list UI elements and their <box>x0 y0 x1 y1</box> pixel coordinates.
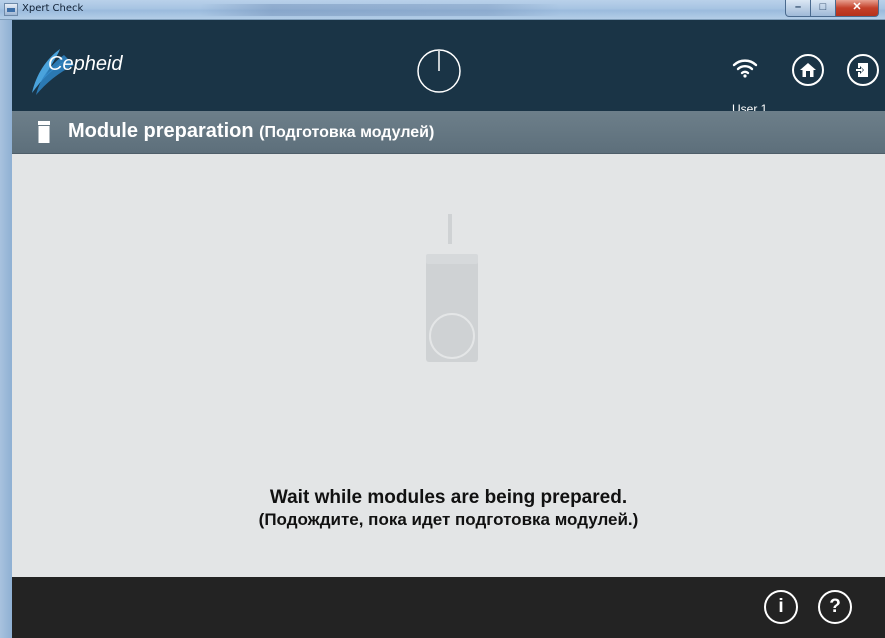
status-message-english: Wait while modules are being prepared. <box>269 487 628 508</box>
minimize-button[interactable]: – <box>785 0 811 17</box>
page-title-translation: (Подготовка модулей) <box>259 124 435 141</box>
help-icon: ? <box>829 596 841 617</box>
home-button[interactable] <box>792 54 824 86</box>
logout-button[interactable] <box>847 54 879 86</box>
app-header: Cepheid User 1 <box>12 20 885 116</box>
maximize-button[interactable]: □ <box>811 0 836 17</box>
page-title: Module preparation (Подготовка модулей) <box>68 120 434 143</box>
close-button[interactable]: ✕ <box>836 0 879 17</box>
section-header: Module preparation (Подготовка модулей) <box>12 111 885 154</box>
footer-bar: i ? <box>12 577 885 638</box>
window-title: Xpert Check <box>22 3 84 14</box>
status-message: Wait while modules are being prepared. (… <box>12 487 885 531</box>
module-icon <box>38 121 50 143</box>
module-placeholder-icon <box>426 214 478 362</box>
info-button[interactable]: i <box>764 590 798 624</box>
brand-name: Cepheid <box>48 53 123 75</box>
status-message-russian: (Подождите, пока идет подготовка модулей… <box>258 510 639 529</box>
main-content: Wait while modules are being prepared. (… <box>12 154 885 577</box>
app-icon <box>4 3 18 16</box>
help-button[interactable]: ? <box>818 590 852 624</box>
wifi-icon <box>732 59 758 78</box>
info-icon: i <box>778 596 784 617</box>
home-icon <box>800 63 816 77</box>
window-controls: – □ ✕ <box>785 0 879 18</box>
exit-icon <box>855 63 868 77</box>
titlebar-blur <box>200 4 560 16</box>
window-frame-left <box>0 20 12 638</box>
timer-icon <box>417 49 461 93</box>
page-title-main: Module preparation <box>68 120 254 142</box>
window-titlebar: Xpert Check – □ ✕ <box>0 0 885 20</box>
